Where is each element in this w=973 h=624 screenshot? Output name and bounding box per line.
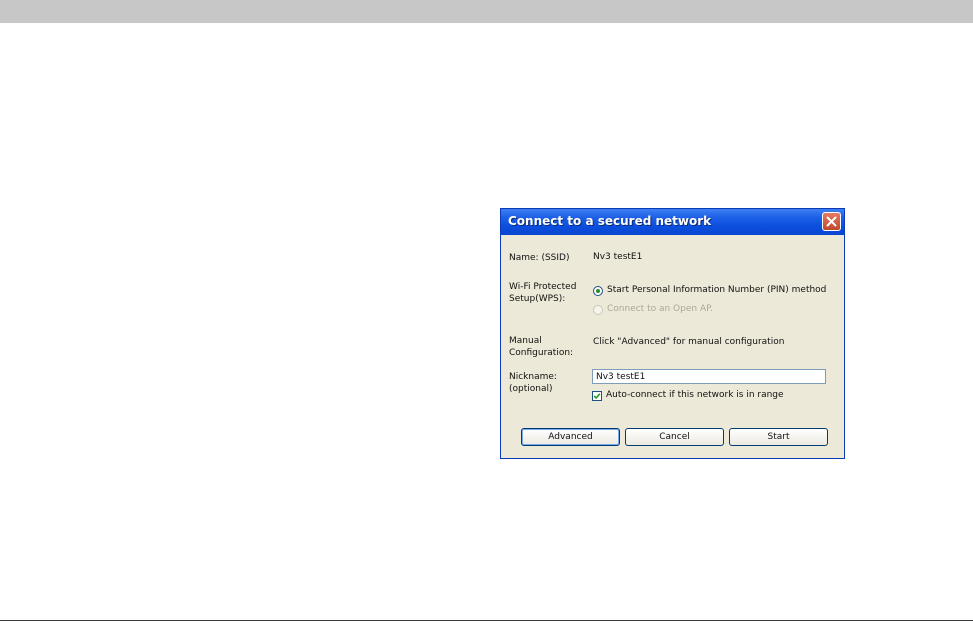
manual-config-label: Manual Configuration: (509, 336, 574, 358)
pin-method-radio[interactable] (593, 286, 603, 296)
manual-config-text: Click "Advanced" for manual configuratio… (593, 337, 785, 347)
wps-label: Wi-Fi Protected Setup(WPS): (509, 282, 577, 304)
ssid-value: Nv3 testE1 (593, 252, 643, 262)
start-button[interactable]: Start (729, 428, 828, 446)
ssid-label: Name: (SSID) (509, 253, 570, 263)
pin-method-label[interactable]: Start Personal Information Number (PIN) … (607, 285, 826, 295)
nickname-label: Nickname: (optional) (509, 372, 557, 394)
close-button[interactable] (822, 212, 841, 231)
open-ap-label: Connect to an Open AP. (607, 304, 713, 314)
page-header-bar (0, 0, 973, 23)
autoconnect-checkbox[interactable] (592, 391, 602, 401)
connect-secured-network-dialog: Connect to a secured network Name: (SSID… (500, 208, 845, 459)
advanced-button[interactable]: Advanced (521, 428, 620, 446)
dialog-titlebar[interactable]: Connect to a secured network (501, 209, 844, 235)
page-footer-rule (0, 620, 973, 621)
open-ap-radio (593, 305, 603, 315)
checkmark-icon (593, 393, 601, 400)
close-icon (826, 216, 837, 227)
dialog-title: Connect to a secured network (508, 214, 712, 228)
cancel-button[interactable]: Cancel (625, 428, 724, 446)
nickname-input[interactable] (592, 369, 826, 384)
autoconnect-label[interactable]: Auto-connect if this network is in range (606, 390, 784, 400)
